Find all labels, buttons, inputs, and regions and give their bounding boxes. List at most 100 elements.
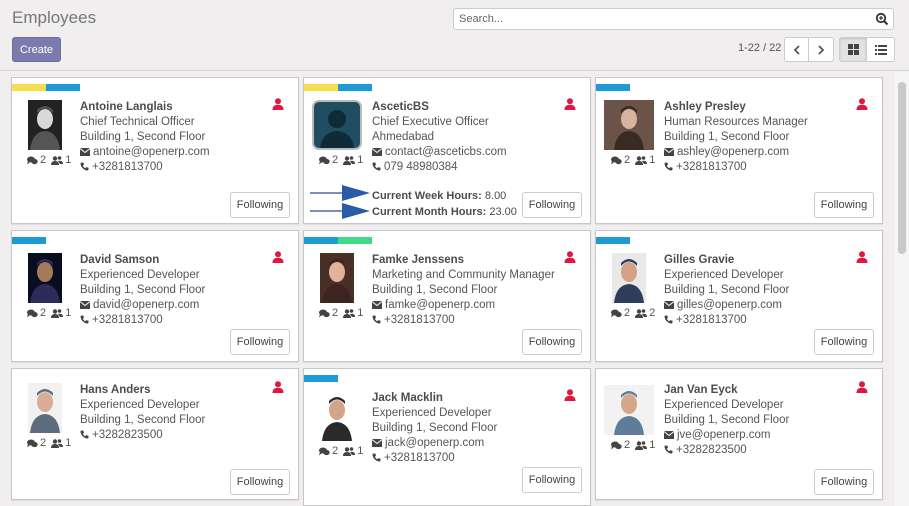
comments-icon xyxy=(27,309,38,317)
user-icon xyxy=(272,381,284,393)
employee-name[interactable]: Famke Jenssens xyxy=(372,253,555,268)
comments-icon xyxy=(319,309,330,317)
week-hours-label: Current Week Hours: xyxy=(372,190,482,202)
employee-avatar[interactable] xyxy=(28,383,62,433)
employee-avatar[interactable] xyxy=(28,100,62,150)
employee-card[interactable]: 2 1 Jan Van Eyck Experienced Developer B… xyxy=(595,368,883,500)
view-switcher xyxy=(839,37,895,62)
pager-next-button[interactable] xyxy=(809,37,834,62)
message-count: 2 xyxy=(40,154,47,166)
employee-name[interactable]: David Samson xyxy=(80,253,205,268)
employee-name[interactable]: Antoine Langlais xyxy=(80,100,210,115)
employee-avatar[interactable] xyxy=(320,391,354,441)
employee-location: Building 1, Second Floor xyxy=(664,131,790,143)
pager-value[interactable]: 1-22 / 22 xyxy=(738,42,781,54)
employee-card[interactable]: 2 1 Ashley Presley Human Resources Manag… xyxy=(595,77,883,224)
tag-bar xyxy=(12,237,46,244)
following-button[interactable]: Following xyxy=(522,329,582,355)
envelope-icon xyxy=(79,301,91,309)
employee-card[interactable]: 2 2 Gilles Gravie Experienced Developer … xyxy=(595,230,883,362)
following-button[interactable]: Following xyxy=(814,469,874,495)
comments-icon xyxy=(27,439,38,447)
pager-previous-button[interactable] xyxy=(784,37,809,62)
message-stats: 2 1 xyxy=(27,154,71,166)
month-hours-value: 23.00 xyxy=(489,206,517,218)
followers-icon xyxy=(635,308,648,318)
envelope-icon xyxy=(663,148,675,156)
user-icon xyxy=(564,98,576,110)
employee-avatar[interactable] xyxy=(312,100,362,150)
employee-name[interactable]: Ashley Presley xyxy=(664,100,808,115)
employee-job-title: Experienced Developer xyxy=(664,269,784,281)
following-button[interactable]: Following xyxy=(230,192,290,218)
follower-count: 1 xyxy=(357,445,364,457)
following-button[interactable]: Following xyxy=(230,329,290,355)
employee-email[interactable]: ashley@openerp.com xyxy=(663,145,808,160)
employee-phone: +3282823500 xyxy=(664,443,789,458)
user-icon-wrap xyxy=(564,389,576,404)
scrollbar[interactable] xyxy=(895,72,909,506)
employee-card[interactable]: 2 1 Hans Anders Experienced Developer Bu… xyxy=(11,368,299,500)
employee-avatar[interactable] xyxy=(612,253,646,303)
message-stats: 2 1 xyxy=(319,154,363,166)
employee-info: Gilles Gravie Experienced Developer Buil… xyxy=(663,253,790,328)
employee-email[interactable]: jve@openerp.com xyxy=(663,428,789,443)
employee-location: Building 1, Second Floor xyxy=(80,284,206,296)
employee-info: David Samson Experienced Developer Build… xyxy=(79,253,206,328)
followers-icon xyxy=(51,308,64,318)
employee-email[interactable]: contact@asceticbs.com xyxy=(371,145,507,160)
following-button[interactable]: Following xyxy=(230,469,290,495)
follower-count: 1 xyxy=(649,154,656,166)
employee-email[interactable]: antoine@openerp.com xyxy=(79,145,210,160)
search-input[interactable] xyxy=(454,9,854,29)
employee-card[interactable]: 2 1 Jack Macklin Experienced Developer B… xyxy=(303,368,591,506)
employee-name[interactable]: Jan Van Eyck xyxy=(664,383,789,398)
employee-card[interactable]: 2 1 Antoine Langlais Chief Technical Off… xyxy=(11,77,299,224)
employee-email[interactable]: gilles@openerp.com xyxy=(663,298,789,313)
following-button[interactable]: Following xyxy=(522,467,582,493)
phone-icon xyxy=(664,445,673,454)
employee-phone: 079 48980384 xyxy=(372,160,507,175)
message-count: 2 xyxy=(332,154,339,166)
employee-job-title: Experienced Developer xyxy=(80,399,200,411)
phone-icon xyxy=(372,162,381,171)
employee-name[interactable]: Hans Anders xyxy=(80,383,205,398)
message-count: 2 xyxy=(624,307,631,319)
user-icon-wrap xyxy=(272,98,284,113)
follower-count: 1 xyxy=(65,154,72,166)
employee-email[interactable]: david@openerp.com xyxy=(79,298,205,313)
employee-avatar[interactable] xyxy=(604,100,654,150)
employee-name[interactable]: AsceticBS xyxy=(372,100,507,115)
comments-icon xyxy=(319,156,330,164)
employee-avatar[interactable] xyxy=(320,253,354,303)
employee-name[interactable]: Gilles Gravie xyxy=(664,253,789,268)
envelope-icon xyxy=(371,439,383,447)
tag-bar xyxy=(304,375,338,382)
message-stats: 2 2 xyxy=(611,307,655,319)
tag-color-bar xyxy=(304,84,338,91)
employee-card[interactable]: 2 1 David Samson Experienced Developer B… xyxy=(11,230,299,362)
scrollbar-thumb[interactable] xyxy=(898,82,906,254)
envelope-icon xyxy=(663,301,675,309)
following-button[interactable]: Following xyxy=(814,192,874,218)
employee-card[interactable]: 2 1 Famke Jenssens Marketing and Communi… xyxy=(303,230,591,362)
employee-avatar[interactable] xyxy=(28,253,62,303)
employee-email[interactable]: famke@openerp.com xyxy=(371,298,555,313)
employee-location: Building 1, Second Floor xyxy=(664,284,790,296)
employee-avatar[interactable] xyxy=(604,385,654,435)
message-count: 2 xyxy=(40,307,47,319)
following-button[interactable]: Following xyxy=(814,329,874,355)
tag-color-bar xyxy=(12,84,46,91)
followers-icon xyxy=(343,155,356,165)
list-view-button[interactable] xyxy=(867,37,895,62)
message-count: 2 xyxy=(332,445,339,457)
create-button[interactable]: Create xyxy=(12,37,61,62)
employee-location: Building 1, Second Floor xyxy=(664,414,790,426)
phone-icon xyxy=(372,315,381,324)
message-count: 2 xyxy=(624,154,631,166)
search-icon[interactable] xyxy=(875,12,889,26)
employee-name[interactable]: Jack Macklin xyxy=(372,391,497,406)
following-button[interactable]: Following xyxy=(522,192,582,218)
kanban-view-button[interactable] xyxy=(839,37,867,62)
employee-email[interactable]: jack@openerp.com xyxy=(371,436,497,451)
